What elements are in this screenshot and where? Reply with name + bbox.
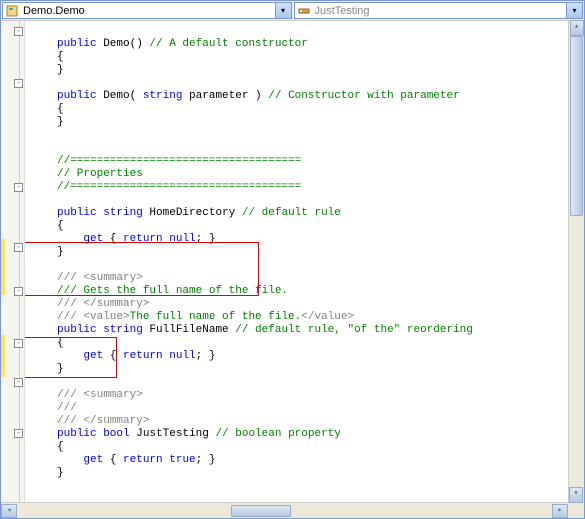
code-gutter: - - - - - - - - [1, 21, 25, 502]
vertical-scrollbar[interactable]: ▴ ▾ [568, 20, 584, 503]
member-selector-label: JustTesting [315, 5, 370, 17]
fold-toggle[interactable]: - [14, 183, 23, 192]
type-selector-dropdown[interactable]: Demo.Demo ▾ [2, 2, 292, 19]
chevron-down-icon[interactable]: ▾ [566, 3, 582, 18]
member-selector-dropdown[interactable]: JustTesting ▾ [294, 2, 584, 19]
fold-toggle[interactable]: - [14, 378, 23, 387]
scroll-left-button[interactable]: ◂ [1, 504, 17, 518]
property-icon [297, 4, 311, 18]
fold-toggle[interactable]: - [14, 79, 23, 88]
change-marker [1, 239, 5, 295]
chevron-down-icon[interactable]: ▾ [275, 3, 291, 18]
scroll-up-button[interactable]: ▴ [570, 20, 584, 36]
fold-toggle[interactable]: - [14, 27, 23, 36]
fold-toggle[interactable]: - [14, 287, 23, 296]
class-icon [5, 4, 19, 18]
code-editor[interactable]: public Demo() // A default constructor {… [25, 21, 584, 502]
type-selector-label: Demo.Demo [23, 5, 85, 17]
horizontal-scrollbar[interactable]: ◂ ▸ [1, 502, 584, 518]
scroll-down-button[interactable]: ▾ [569, 487, 583, 503]
change-marker [1, 335, 5, 377]
fold-toggle[interactable]: - [14, 243, 23, 252]
fold-toggle[interactable]: - [14, 429, 23, 438]
scroll-thumb[interactable] [231, 505, 291, 517]
scroll-thumb[interactable] [570, 36, 583, 216]
fold-toggle[interactable]: - [14, 339, 23, 348]
scroll-right-button[interactable]: ▸ [552, 504, 568, 518]
